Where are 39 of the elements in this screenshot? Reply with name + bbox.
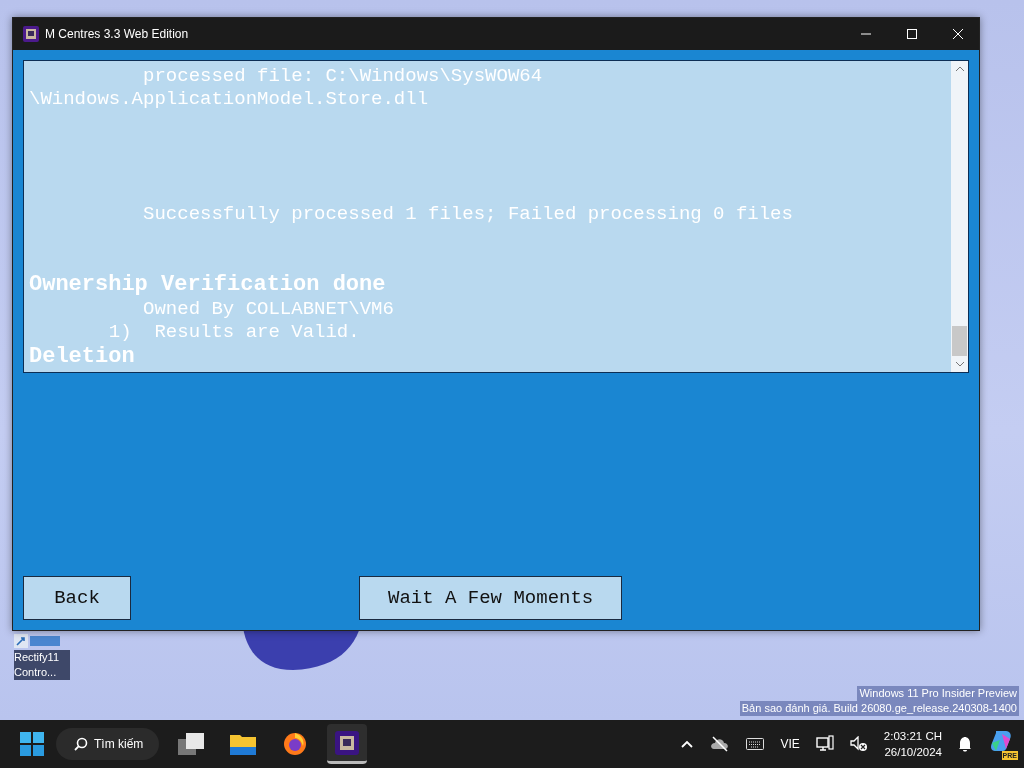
log-line: Owned By COLLABNET\VM6 xyxy=(142,298,395,321)
log-line: \Windows.ApplicationModel.Store.dll xyxy=(29,88,430,111)
log-line: processed file: C:\Windows\SysWOW64 xyxy=(142,65,544,88)
desktop-icon-label[interactable]: Rectify11 Contro... xyxy=(14,650,70,680)
search-icon xyxy=(74,737,88,751)
taskbar-app[interactable] xyxy=(327,724,368,764)
back-button[interactable]: Back xyxy=(23,576,131,620)
clock-date[interactable]: 26/10/2024 xyxy=(884,744,942,760)
log-heading: Deletion xyxy=(29,344,136,370)
close-icon[interactable] xyxy=(952,28,964,40)
network-icon[interactable] xyxy=(815,735,834,753)
log-line: Successfully processed 1 files; Failed processing 0 files xyxy=(142,203,794,226)
folder-icon xyxy=(230,733,257,755)
keyboard-icon[interactable] xyxy=(746,738,765,750)
log-heading: Ownership Verification done xyxy=(29,272,387,298)
search-button[interactable]: Tìm kiếm xyxy=(56,728,160,760)
app-icon xyxy=(23,26,39,42)
watermark-text: Bản sao đánh giá. Build 26080.ge_release.240308-1400 xyxy=(739,701,1019,716)
cloud-off-icon[interactable] xyxy=(710,736,731,752)
wait-button[interactable]: Wait A Few Moments xyxy=(359,576,623,620)
speaker-muted-icon[interactable] xyxy=(849,736,868,752)
scrollbar-thumb[interactable] xyxy=(952,326,967,356)
bell-icon[interactable] xyxy=(958,736,972,752)
scrollbar[interactable] xyxy=(951,61,968,372)
shortcut-icon[interactable] xyxy=(14,634,60,648)
chevron-up-icon[interactable] xyxy=(680,739,695,749)
log-line: 1) Results are Valid. xyxy=(107,321,361,344)
windows-stack-icon xyxy=(178,733,205,755)
scroll-up-icon[interactable] xyxy=(954,65,965,73)
watermark-text: Windows 11 Pro Insider Preview xyxy=(857,686,1019,701)
clock-time[interactable]: 2:03:21 CH xyxy=(883,728,942,744)
language-indicator[interactable]: VIE xyxy=(780,737,800,751)
start-icon[interactable] xyxy=(20,732,44,756)
scroll-down-icon[interactable] xyxy=(954,360,965,368)
maximize-icon[interactable] xyxy=(906,28,918,40)
copilot-icon[interactable] xyxy=(990,731,1012,751)
window-title: M Centres 3.3 Web Edition xyxy=(45,27,189,41)
app-icon xyxy=(335,730,360,755)
browser-icon xyxy=(283,732,308,756)
